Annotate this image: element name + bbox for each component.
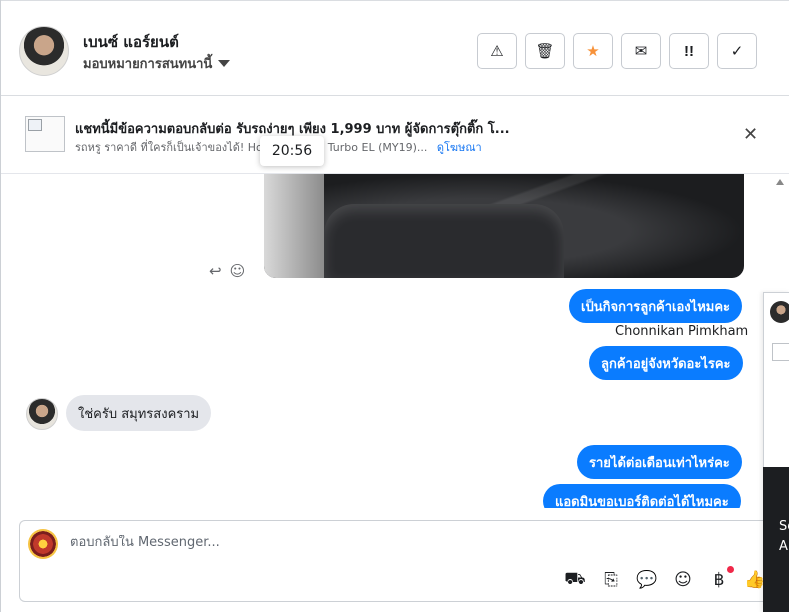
ad-thumbnail — [25, 116, 65, 152]
contact-avatar-small[interactable] — [26, 398, 58, 430]
close-icon[interactable]: ✕ — [743, 124, 758, 145]
ad-subtitle-text: รถหรู ราคาดี ที่ใครก็เป็นเจ้าของได้! Ho — [75, 141, 263, 154]
page-avatar — [28, 529, 58, 559]
mail-icon: ✉ — [634, 43, 648, 60]
header-actions: ⚠ 🗑 ★ ✉ !! ✓ — [477, 33, 757, 69]
follow-up-button[interactable]: !! — [669, 33, 709, 69]
view-ad-link[interactable]: ดูโฆษณา — [437, 141, 482, 154]
ad-subtitle-tail: 1.5 Turbo EL (MY19)... — [306, 141, 428, 154]
message-thread[interactable]: ↩ ☺ เป็นกิจการลูกค้าเองไหมคะ Chonnikan P… — [1, 174, 771, 508]
message-outgoing[interactable]: แอดมินขอเบอร์ติดต่อได้ไหมคะ — [543, 484, 741, 508]
side-dark-card[interactable]: Se A — [763, 467, 789, 612]
timestamp-tooltip: 20:56 — [260, 136, 324, 166]
contact-avatar[interactable] — [19, 26, 69, 76]
warning-icon: ⚠ — [490, 43, 504, 60]
message-outgoing[interactable]: เป็นกิจการลูกค้าเองไหมคะ — [569, 289, 743, 323]
baht-payment-icon[interactable]: ฿ — [708, 566, 734, 591]
scroll-up-icon[interactable] — [776, 179, 784, 185]
assign-conversation-dropdown[interactable]: มอบหมายการสนทนานี้ — [83, 53, 231, 74]
assign-label: มอบหมายการสนทนานี้ — [83, 57, 213, 72]
side-thumbnail — [772, 343, 789, 361]
follow-up-icon: !! — [684, 42, 694, 60]
reply-icon[interactable]: ↩ — [209, 262, 222, 280]
mark-done-button[interactable]: ✓ — [717, 33, 757, 69]
saved-replies-icon[interactable]: 💬 — [636, 569, 658, 591]
reply-composer: ⛟ ⎘ 💬 ☺ ฿ 👍 — [19, 520, 789, 602]
side-text-2: A — [779, 539, 788, 554]
message-actions: ↩ ☺ — [209, 262, 245, 280]
message-outgoing[interactable]: ลูกค้าอยู่จังหวัดอะไรคะ — [589, 346, 743, 380]
check-icon: ✓ — [730, 43, 744, 60]
side-text-1: Se — [779, 519, 789, 534]
reply-input[interactable] — [70, 535, 570, 550]
mark-spam-button[interactable]: ⚠ — [477, 33, 517, 69]
react-icon[interactable]: ☺ — [230, 262, 246, 280]
caret-down-icon — [218, 60, 231, 67]
ad-context-banner: แชทนี้มีข้อความตอบกลับต่อ รับรถง่ายๆ เพี… — [1, 96, 789, 174]
sender-name: Chonnikan Pimkham — [615, 324, 749, 339]
message-incoming[interactable]: ใช่ครับ สมุทรสงคราม — [66, 395, 212, 431]
message-outgoing[interactable]: รายได้ต่อเดือนเท่าไหร่คะ — [577, 445, 742, 479]
star-icon: ★ — [586, 43, 600, 60]
composer-toolbar: ⛟ ⎘ 💬 ☺ ฿ 👍 — [564, 566, 766, 591]
conversation-header: เบนซ์ แอร์ยนต์ มอบหมายการสนทนานี้ ⚠ 🗑 ★ … — [1, 0, 789, 96]
contact-name[interactable]: เบนซ์ แอร์ยนต์ — [83, 30, 179, 54]
trash-icon: 🗑 — [535, 43, 555, 60]
attachment-icon[interactable]: ⎘ — [600, 569, 622, 591]
star-button[interactable]: ★ — [573, 33, 613, 69]
delete-button[interactable]: 🗑 — [525, 33, 565, 69]
image-message[interactable] — [264, 174, 744, 278]
notification-dot — [727, 566, 734, 573]
mark-unread-button[interactable]: ✉ — [621, 33, 661, 69]
inbox-conversation: เบนซ์ แอร์ยนต์ มอบหมายการสนทนานี้ ⚠ 🗑 ★ … — [0, 0, 789, 612]
side-avatar — [770, 301, 789, 323]
emoji-icon[interactable]: ☺ — [672, 569, 694, 591]
shopping-bag-icon[interactable]: ⛟ — [564, 569, 586, 591]
